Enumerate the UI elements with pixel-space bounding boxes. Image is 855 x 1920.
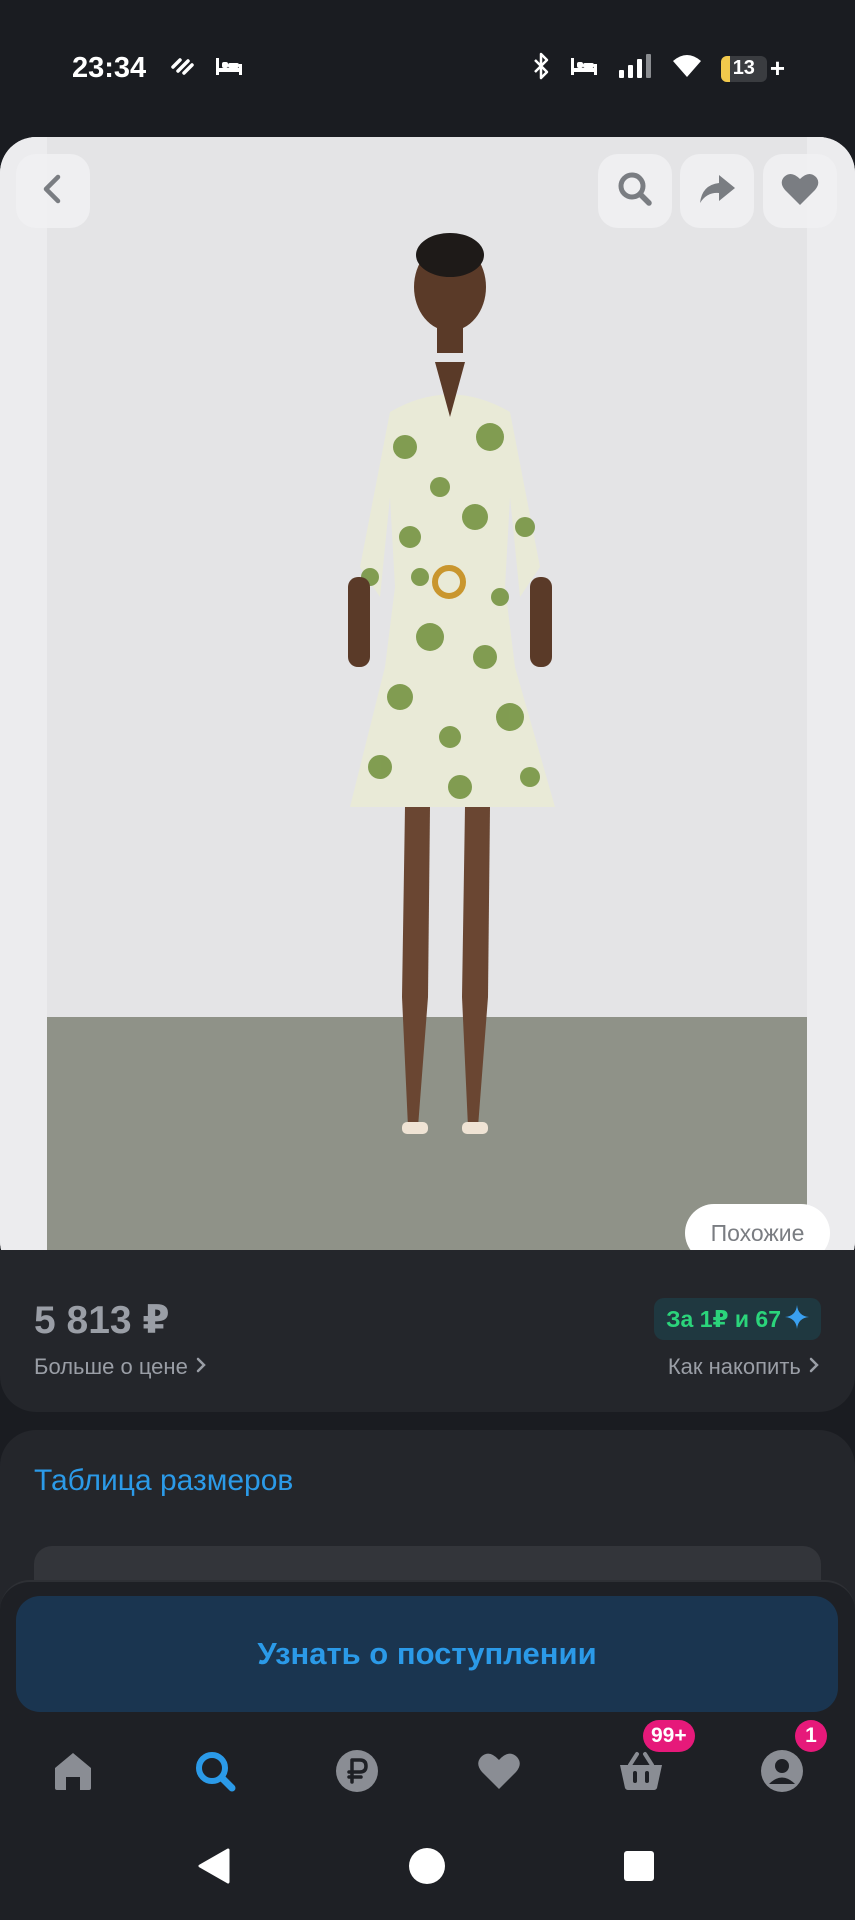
battery-icon: 13: [720, 55, 767, 82]
how-to-save-link[interactable]: Как накопить: [668, 1354, 821, 1380]
price-section: 5 813 ₽ Больше о цене За 1₽ и 67 Как нак…: [0, 1250, 855, 1412]
tab-profile[interactable]: [757, 1748, 807, 1798]
basket-icon: [618, 1751, 664, 1796]
status-bar: 23:34 13 +: [0, 0, 855, 135]
bluetooth-icon: [531, 52, 551, 85]
favorite-button[interactable]: [763, 154, 837, 228]
size-table-link[interactable]: Таблица размеров: [34, 1464, 293, 1498]
square-recents-icon: [621, 1848, 657, 1889]
chevron-right-icon: [194, 1354, 208, 1379]
points-badge-text: За 1₽ и 67: [666, 1305, 781, 1332]
tab-home[interactable]: [48, 1748, 98, 1798]
back-button[interactable]: [16, 154, 90, 228]
battery-charging-plus: +: [769, 53, 785, 83]
points-badge[interactable]: За 1₽ и 67: [654, 1298, 821, 1340]
profile-icon: [760, 1749, 804, 1798]
model-in-dress-image: [348, 233, 555, 1134]
share-arrow-icon: [697, 171, 737, 212]
status-right-icons: 13 +: [531, 52, 785, 85]
chevron-left-icon: [38, 172, 68, 211]
more-about-price-link[interactable]: Больше о цене: [34, 1354, 208, 1380]
tab-finance[interactable]: [332, 1748, 382, 1798]
search-icon: [615, 169, 655, 214]
bed-icon: [569, 55, 599, 82]
product-price: 5 813 ₽: [34, 1299, 170, 1342]
status-left-icons: [170, 55, 244, 82]
notify-availability-button[interactable]: Узнать о поступлении: [16, 1596, 838, 1712]
nav-recents-button[interactable]: [611, 1840, 667, 1896]
battery-indicator: 13 +: [720, 53, 785, 84]
nav-home-button[interactable]: [399, 1840, 455, 1896]
share-button[interactable]: [680, 154, 754, 228]
wifi-icon: [671, 53, 703, 84]
chevron-right-icon: [807, 1354, 821, 1379]
profile-badge: 1: [795, 1720, 827, 1752]
link-icon: [170, 55, 196, 82]
search-icon: [193, 1749, 237, 1798]
tab-bar: 99+ 1: [0, 1720, 855, 1820]
tab-favorites[interactable]: [474, 1748, 524, 1798]
signal-icon: [617, 53, 653, 84]
heart-icon: [476, 1751, 522, 1796]
product-photo[interactable]: [0, 137, 855, 1277]
tab-search[interactable]: [190, 1748, 240, 1798]
system-nav-bar: [0, 1820, 855, 1920]
ruble-icon: [335, 1749, 379, 1798]
search-button[interactable]: [598, 154, 672, 228]
home-icon: [51, 1750, 95, 1797]
circle-home-icon: [407, 1846, 447, 1891]
triangle-back-icon: [196, 1846, 232, 1891]
battery-level: 13: [732, 57, 755, 79]
sparkle-icon: [785, 1304, 809, 1334]
bed-icon: [214, 55, 244, 82]
heart-icon: [780, 171, 820, 212]
nav-back-button[interactable]: [186, 1840, 242, 1896]
tab-cart[interactable]: [616, 1748, 666, 1798]
status-time: 23:34: [72, 52, 147, 84]
cart-badge: 99+: [643, 1720, 695, 1752]
